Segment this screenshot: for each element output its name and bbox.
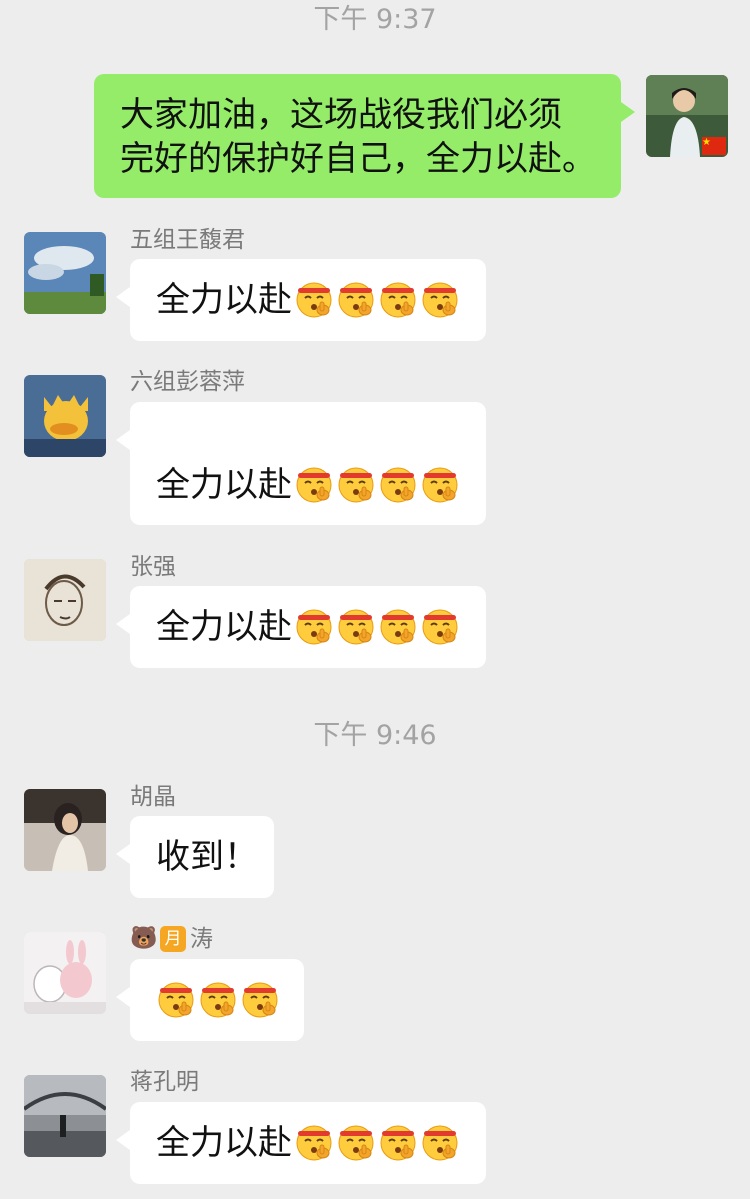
- sender-name: 六组彭蓉萍: [130, 369, 245, 395]
- yellow-duck-avatar[interactable]: [24, 375, 106, 457]
- face-with-hand-over-mouth-icon: [420, 464, 460, 504]
- sender-name: 蒋孔明: [130, 1069, 199, 1095]
- moon-badge: 月: [160, 926, 186, 952]
- incoming-message-bubble[interactable]: 全力以赴: [116, 1102, 486, 1184]
- incoming-message-bubble[interactable]: 全力以赴: [116, 259, 486, 341]
- sender-name: 张强: [130, 554, 176, 580]
- incoming-message-bubble[interactable]: 收到！: [116, 816, 274, 898]
- incoming-message-bubble[interactable]: 全力以赴: [116, 586, 486, 668]
- face-with-hand-over-mouth-icon: [378, 464, 418, 504]
- outgoing-message-bubble[interactable]: 大家加油，这场战役我们必须 完好的保护好自己，全力以赴。: [94, 74, 635, 198]
- timestamp: 下午 9:46: [313, 720, 437, 751]
- girl-photo-avatar[interactable]: [24, 789, 106, 871]
- face-with-hand-over-mouth-icon: [294, 606, 334, 646]
- self-avatar[interactable]: ★: [646, 75, 728, 157]
- face-with-hand-over-mouth-icon: [294, 464, 334, 504]
- face-with-hand-over-mouth-icon: [156, 979, 196, 1019]
- message-text: 全力以赴: [156, 607, 292, 647]
- sketch-face-avatar[interactable]: [24, 559, 106, 641]
- face-with-hand-over-mouth-icon: [240, 979, 280, 1019]
- sender-name: 涛: [190, 926, 213, 952]
- face-with-hand-over-mouth-icon: [336, 1122, 376, 1162]
- face-with-hand-over-mouth-icon: [420, 1122, 460, 1162]
- message-line: 大家加油，这场战役我们必须: [120, 95, 562, 135]
- incoming-message-bubble[interactable]: [116, 959, 304, 1041]
- face-with-hand-over-mouth-icon: [336, 464, 376, 504]
- face-with-hand-over-mouth-icon: [336, 606, 376, 646]
- message-text: 全力以赴: [156, 280, 292, 320]
- message-text: 全力以赴: [156, 1123, 292, 1163]
- rabbits-cartoon-avatar[interactable]: [24, 932, 106, 1014]
- incoming-message-bubble[interactable]: 全力以赴: [116, 402, 486, 525]
- message-line: 完好的保护好自己，全力以赴。: [120, 139, 596, 179]
- bear-icon: 🐻: [130, 926, 158, 951]
- sender-name-with-badges: 🐻 月 涛: [130, 925, 213, 953]
- bridge-photo-avatar[interactable]: [24, 1075, 106, 1157]
- face-with-hand-over-mouth-icon: [420, 606, 460, 646]
- face-with-hand-over-mouth-icon: [378, 279, 418, 319]
- sender-name: 五组王馥君: [130, 227, 245, 253]
- face-with-hand-over-mouth-icon: [378, 1122, 418, 1162]
- face-with-hand-over-mouth-icon: [378, 606, 418, 646]
- message-text: 全力以赴: [156, 465, 292, 505]
- face-with-hand-over-mouth-icon: [336, 279, 376, 319]
- china-flag-icon: ★: [702, 137, 726, 155]
- sender-name: 胡晶: [130, 784, 176, 810]
- face-with-hand-over-mouth-icon: [294, 1122, 334, 1162]
- face-with-hand-over-mouth-icon: [198, 979, 238, 1019]
- timestamp: 下午 9:37: [313, 4, 437, 35]
- face-with-hand-over-mouth-icon: [294, 279, 334, 319]
- sky-landscape-avatar[interactable]: [24, 232, 106, 314]
- face-with-hand-over-mouth-icon: [420, 279, 460, 319]
- message-text: 收到！: [156, 837, 258, 877]
